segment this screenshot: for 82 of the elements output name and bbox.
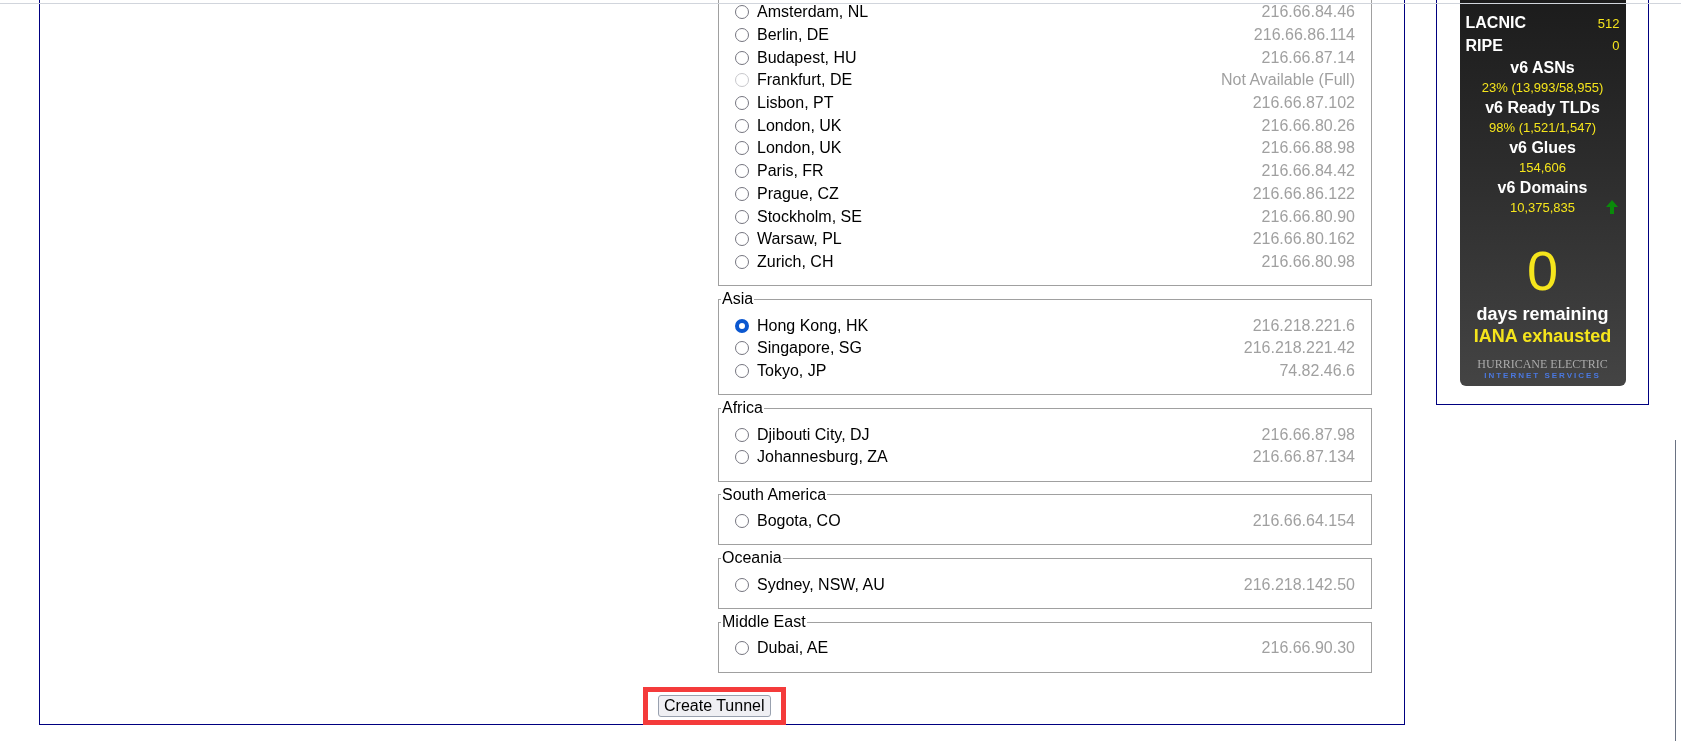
stat-value: 10,375,835 [1509, 198, 1576, 217]
location-label: Zurich, CH [757, 251, 834, 272]
radio-button[interactable] [735, 577, 749, 592]
countdown-caption: days remaining [1475, 303, 1610, 325]
countdown-number: 0 [1525, 241, 1560, 301]
server-address: 216.66.64.154 [1252, 511, 1355, 532]
server-address: 216.66.84.42 [1261, 161, 1355, 182]
stat-label: v6 ASNs [1509, 58, 1576, 78]
status-text: IANA exhausted [1472, 325, 1613, 347]
location-label: Djibouti City, DJ [757, 424, 870, 445]
location-label: Amsterdam, NL [757, 2, 869, 23]
radio-button[interactable] [735, 363, 749, 378]
radio-button[interactable] [735, 450, 749, 465]
radio-button[interactable] [735, 50, 749, 65]
server-address: 216.66.80.26 [1261, 115, 1355, 136]
server-address: 216.66.80.90 [1261, 206, 1355, 227]
registry-count: 512 [1597, 14, 1620, 33]
location-label: Berlin, DE [757, 25, 830, 46]
stat-label: v6 Glues [1508, 138, 1577, 158]
server-address: 216.66.80.98 [1261, 251, 1355, 272]
location-label: Dubai, AE [757, 638, 829, 659]
server-address: 74.82.46.6 [1279, 360, 1355, 381]
server-address: 216.66.86.114 [1253, 25, 1355, 46]
radio-button[interactable] [735, 641, 749, 656]
registry-count: 0 [1612, 37, 1620, 55]
location-label: Frankfurt, DE [757, 70, 853, 91]
server-address: 216.66.86.122 [1252, 183, 1355, 204]
location-label: Paris, FR [757, 161, 824, 182]
group-legend: Africa [721, 399, 764, 418]
radio-button[interactable] [735, 232, 749, 247]
radio-button[interactable] [735, 209, 749, 224]
server-address: 216.218.221.42 [1243, 338, 1355, 359]
stat-value: 98% (1,521/1,547) [1489, 118, 1596, 137]
server-address: 216.66.80.162 [1252, 229, 1355, 250]
radio-button[interactable] [735, 427, 749, 442]
server-address: 216.218.221.6 [1252, 315, 1355, 336]
radio-button[interactable] [735, 28, 749, 43]
server-address: 216.66.88.98 [1261, 138, 1355, 159]
registry-label: RIPE [1465, 35, 1503, 56]
server-address: 216.66.90.30 [1261, 638, 1355, 659]
location-label: Singapore, SG [757, 338, 862, 359]
stat-label: v6 Domains [1496, 178, 1589, 198]
stat-label: v6 Ready TLDs [1484, 98, 1601, 118]
radio-button[interactable] [735, 5, 749, 20]
radio-button[interactable] [735, 96, 749, 111]
location-label: Prague, CZ [757, 183, 839, 204]
location-label: London, UK [757, 115, 842, 136]
radio-button[interactable] [735, 186, 749, 201]
registry-label: LACNIC [1465, 13, 1526, 34]
group-legend: Middle East [721, 613, 807, 632]
location-label: London, UK [757, 138, 842, 159]
server-address: 216.66.87.98 [1261, 424, 1355, 445]
create-tunnel-button[interactable]: Create Tunnel [658, 694, 771, 717]
server-address: 216.66.87.14 [1261, 47, 1355, 68]
group-legend: Asia [721, 290, 755, 309]
location-label: Tokyo, JP [757, 360, 827, 381]
stat-value: 154,606 [1519, 158, 1566, 177]
location-label: Hong Kong, HK [757, 315, 869, 336]
radio-button[interactable] [735, 164, 749, 179]
radio-button[interactable] [735, 254, 749, 269]
stat-value: 23% (13,993/58,955) [1481, 78, 1604, 97]
location-label: Budapest, HU [757, 47, 857, 68]
radio-button[interactable] [735, 118, 749, 133]
server-address: 216.66.87.134 [1252, 447, 1355, 468]
server-address: 216.66.87.102 [1252, 93, 1355, 114]
location-label: Sydney, NSW, AU [757, 574, 885, 595]
location-label: Lisbon, PT [757, 93, 834, 114]
server-address: 216.218.142.50 [1243, 574, 1355, 595]
logo-subtext: INTERNET SERVICES [1483, 371, 1602, 381]
logo-text: HURRICANE ELECTRIC [1476, 357, 1609, 371]
location-label: Bogota, CO [757, 511, 841, 532]
radio-button[interactable] [735, 141, 749, 156]
location-label: Warsaw, PL [757, 229, 842, 250]
server-address: Not Available (Full) [1221, 70, 1355, 91]
server-address: 216.66.84.46 [1261, 2, 1355, 23]
radio-button[interactable] [735, 341, 749, 356]
group-legend: South America [721, 485, 828, 504]
location-label: Johannesburg, ZA [757, 447, 888, 468]
location-label: Stockholm, SE [757, 206, 862, 227]
radio-button[interactable] [735, 514, 749, 529]
group-legend: Oceania [721, 549, 783, 568]
radio-button[interactable] [735, 318, 749, 333]
